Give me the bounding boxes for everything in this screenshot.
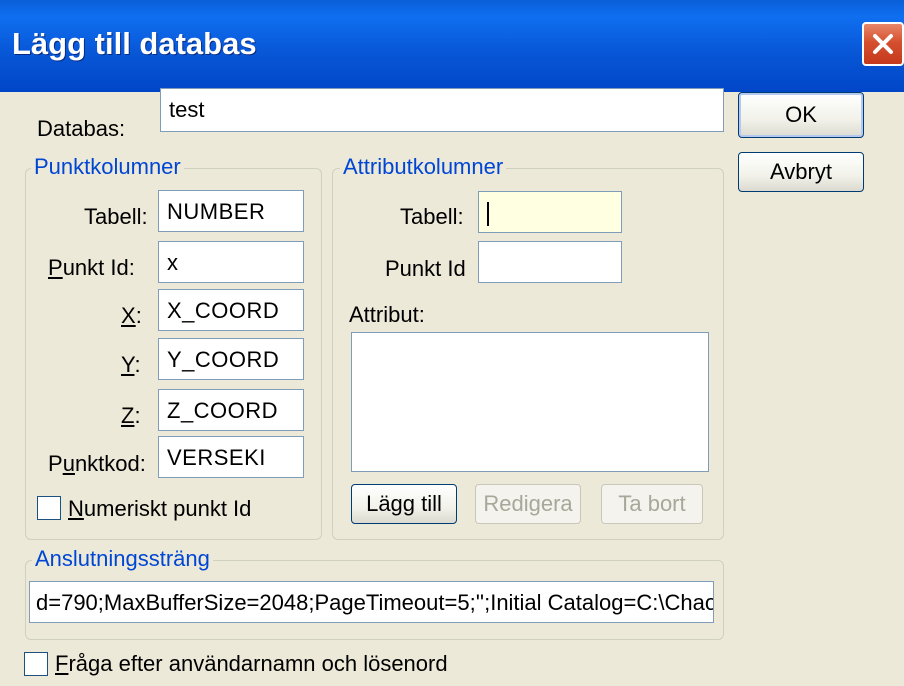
point-id-label: Punkt Id:	[48, 255, 135, 280]
attribute-columns-title: Attributkolumner	[340, 154, 507, 180]
point-code-input[interactable]: VERSEKI	[158, 436, 304, 478]
x-column-input[interactable]: X_COORD	[158, 289, 304, 331]
point-table-label: Tabell:	[84, 204, 148, 229]
close-icon	[873, 34, 893, 54]
y-column-input[interactable]: Y_COORD	[158, 338, 304, 380]
cancel-button[interactable]: Avbryt	[738, 152, 864, 192]
database-input[interactable]: test	[160, 88, 724, 132]
remove-attribute-button[interactable]: Ta bort	[601, 484, 703, 524]
point-table-input[interactable]: NUMBER	[158, 190, 304, 232]
ask-credentials-label: Fråga efter användarnamn och lösenord	[55, 651, 448, 676]
add-attribute-button[interactable]: Lägg till	[351, 484, 457, 524]
attribute-list-label: Attribut:	[349, 302, 425, 327]
database-label: Databas:	[37, 116, 126, 141]
point-code-label: Punktkod:	[48, 451, 146, 476]
z-label: Z:	[121, 403, 141, 428]
title-bar[interactable]: Lägg till databas	[0, 0, 904, 92]
point-columns-title: Punktkolumner	[31, 154, 184, 180]
text-caret	[487, 202, 489, 227]
attribute-point-id-label: Punkt Id	[385, 256, 466, 281]
edit-attribute-button[interactable]: Redigera	[475, 484, 581, 524]
numeric-point-id-checkbox[interactable]	[37, 496, 61, 520]
connection-title: Anslutningssträng	[32, 546, 213, 572]
ask-credentials-checkbox[interactable]	[24, 652, 48, 676]
connection-string-input[interactable]: d=790;MaxBufferSize=2048;PageTimeout=5;'…	[29, 581, 714, 623]
attribute-table-label: Tabell:	[400, 204, 464, 229]
attribute-point-id-input[interactable]	[478, 241, 622, 283]
y-label: Y:	[121, 352, 141, 377]
numeric-point-id-label: Numeriskt punkt Id	[68, 496, 252, 521]
ok-button[interactable]: OK	[738, 92, 864, 138]
z-column-input[interactable]: Z_COORD	[158, 389, 304, 431]
close-button[interactable]	[862, 22, 904, 66]
window-title: Lägg till databas	[12, 26, 257, 61]
point-id-input[interactable]: x	[158, 241, 304, 283]
attribute-table-input[interactable]	[478, 191, 622, 233]
x-label: X:	[121, 303, 142, 328]
attribute-listbox[interactable]	[351, 332, 709, 472]
